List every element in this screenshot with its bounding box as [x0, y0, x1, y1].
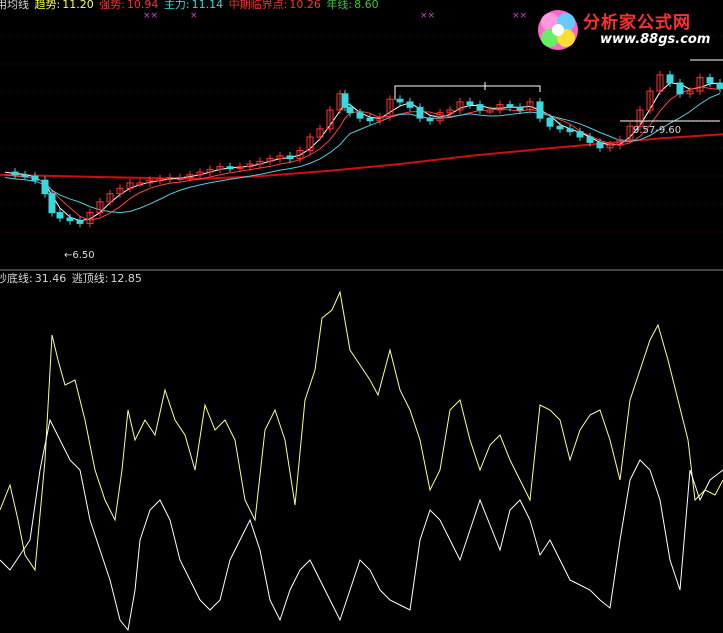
candle-body [48, 193, 56, 214]
candle-body [466, 101, 474, 106]
oscillator-lines [0, 290, 723, 632]
candle-body [21, 174, 29, 178]
candle-body [476, 104, 484, 111]
signal-marker: ×× [420, 11, 436, 21]
candle-body [666, 74, 674, 84]
trend-label: 趋势: [34, 0, 61, 11]
moving-averages [4, 82, 721, 222]
logo-url: www.88gs.com [600, 32, 711, 47]
candle-body [416, 106, 424, 119]
candle-body [226, 166, 234, 170]
candle-body [506, 104, 514, 108]
candle-body [56, 212, 64, 219]
logo-text: 分析家公式网 [583, 13, 691, 33]
candle-body [596, 141, 604, 149]
year-line-label: 年线: [326, 0, 353, 11]
year-line [0, 133, 723, 180]
candle-body [41, 179, 49, 195]
candle-body [716, 82, 723, 89]
year-line-value: 8.60 [354, 0, 379, 11]
candle-body [536, 101, 544, 119]
oscillator-header: 抄底线: 31.46 逃顶线: 12.85 [0, 272, 144, 285]
candle-body [396, 98, 404, 103]
candle-body [346, 106, 354, 114]
stock-chart-canvas [0, 35, 723, 632]
signal-marker: ×× [143, 11, 159, 21]
year-line-path [0, 133, 723, 180]
candle-body [546, 117, 554, 127]
candle-body [366, 117, 374, 122]
range-annotation: 9.57-9.60 [633, 125, 682, 136]
candle-body [31, 175, 39, 181]
bottom-line-label: 抄底线: [0, 272, 33, 285]
candle-body [66, 217, 74, 222]
candle-body [76, 220, 84, 224]
candle-body [356, 112, 364, 119]
ma-short-line [4, 82, 721, 222]
candle-body [676, 82, 684, 95]
bottom-line-value: 31.46 [34, 272, 67, 285]
strong-label: 强势: [99, 0, 125, 11]
range-box [394, 85, 541, 100]
critical-label: 中期临界点: [228, 0, 288, 11]
chart-grid [0, 35, 723, 233]
candle-body [426, 117, 434, 122]
candle-body [706, 77, 714, 84]
candle-body [341, 93, 349, 108]
critical-value: 10.26 [289, 0, 321, 11]
candle-body [556, 125, 564, 130]
ma-mid-line [4, 86, 721, 221]
candle-body [566, 128, 574, 133]
candle-body [286, 155, 294, 160]
top-line-value: 12.85 [110, 272, 142, 285]
main-force-label: 主力: [163, 0, 190, 11]
candle-body [586, 136, 594, 143]
candle-body [406, 101, 414, 108]
candle-body [516, 106, 524, 111]
top-line-series [0, 418, 723, 632]
indicator-name: 用均线 [0, 0, 29, 11]
bottom-line-series [0, 290, 723, 572]
candle-body [576, 131, 584, 138]
low-price-annotation: ←6.50 [64, 250, 95, 261]
candle-body [11, 171, 19, 176]
signal-marker: × [190, 11, 198, 21]
range-boxes [394, 59, 723, 122]
top-line-label: 逃顶线: [71, 272, 109, 285]
trend-value: 11.20 [62, 0, 94, 11]
